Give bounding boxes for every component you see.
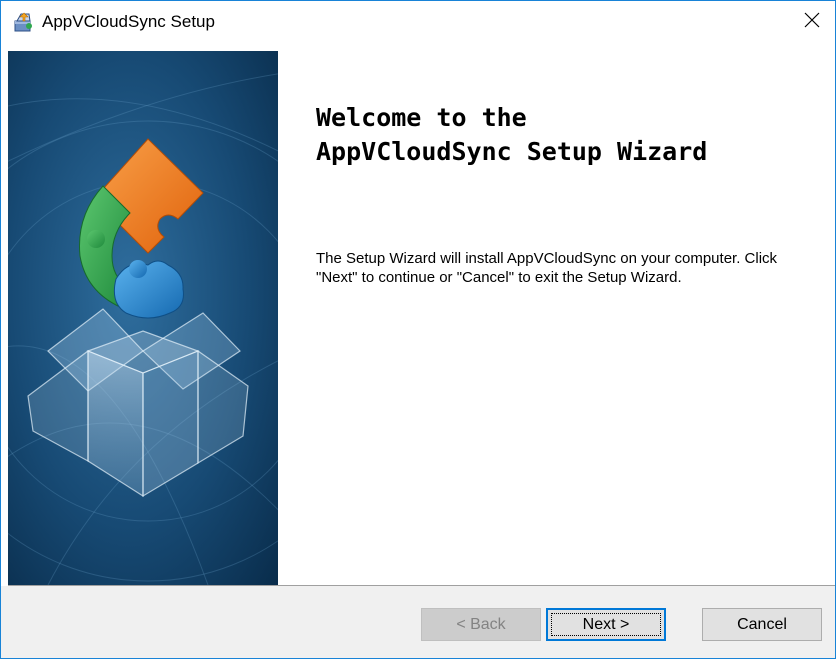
installer-package-icon xyxy=(12,11,34,33)
back-button[interactable]: < Back xyxy=(421,608,541,641)
wizard-description: The Setup Wizard will install AppVCloudS… xyxy=(316,250,778,286)
next-button[interactable]: Next > xyxy=(546,608,666,641)
cancel-button-label: Cancel xyxy=(737,615,787,633)
close-icon xyxy=(804,12,820,33)
setup-window: AppVCloudSync Setup Welcome to the AppVC… xyxy=(0,0,836,659)
close-button[interactable] xyxy=(789,1,835,43)
welcome-heading-line1: Welcome to the xyxy=(316,103,527,132)
next-button-label: Next > xyxy=(582,615,630,633)
title-bar[interactable]: AppVCloudSync Setup xyxy=(1,1,835,43)
window-title: AppVCloudSync Setup xyxy=(42,12,215,31)
back-button-label: < Back xyxy=(456,615,506,633)
welcome-heading-line2: AppVCloudSync Setup Wizard xyxy=(316,137,708,166)
welcome-heading: Welcome to the AppVCloudSync Setup Wizar… xyxy=(316,101,826,169)
puzzle-box-banner xyxy=(8,51,278,585)
cancel-button[interactable]: Cancel xyxy=(702,608,822,641)
wizard-banner-image xyxy=(8,51,278,585)
